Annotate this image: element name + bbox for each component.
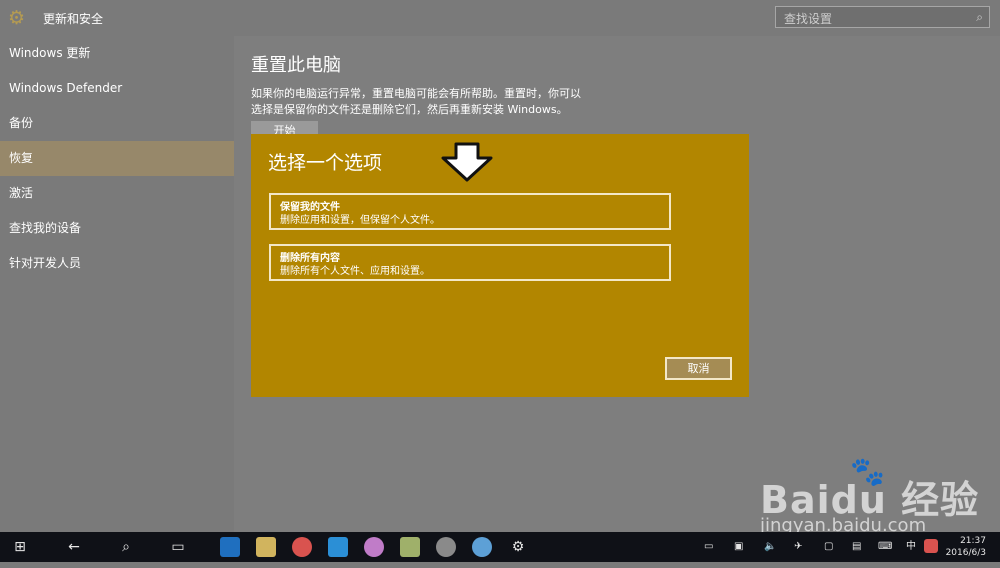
keyboard-icon[interactable]: ⌨ — [878, 532, 892, 562]
title-bar: ⚙ 更新和安全 查找设置 ⌕ — [0, 0, 1000, 36]
choose-option-dialog: 选择一个选项 保留我的文件 删除应用和设置，但保留个人文件。 删除所有内容 删除… — [251, 134, 749, 397]
app-icon[interactable] — [468, 532, 496, 562]
sidebar-item-windows-update[interactable]: Windows 更新 — [0, 36, 234, 71]
chrome-icon[interactable] — [288, 532, 316, 562]
search-input[interactable]: 查找设置 — [784, 10, 832, 27]
clock[interactable]: 21:37 2016/6/3 — [946, 535, 986, 559]
airplane-icon[interactable]: ✈ — [794, 532, 802, 562]
taskbar: ⊞ ← ⌕ ▭ ⚙ ▭ ▣ 🔈 ✈ ▢ ▤ ⌨ 中 21:37 2016/6/3 — [0, 532, 1000, 562]
start-icon[interactable]: ⊞ — [6, 532, 34, 562]
tray-app-icon[interactable]: ▣ — [734, 532, 743, 562]
app-icon[interactable] — [432, 532, 460, 562]
task-view-icon[interactable]: ▭ — [164, 532, 192, 562]
baidu-watermark: 🐾 Baidu 经验 jingyan.baidu.com — [760, 455, 990, 541]
edge-icon[interactable] — [216, 532, 244, 562]
remove-everything-option[interactable]: 删除所有内容 删除所有个人文件、应用和设置。 — [269, 244, 671, 281]
search-icon[interactable]: ⌕ — [976, 10, 983, 25]
cancel-button[interactable]: 取消 — [665, 357, 732, 380]
sidebar-item-backup[interactable]: 备份 — [0, 106, 234, 141]
clock-time: 21:37 — [960, 536, 986, 546]
tray-network-icon[interactable]: ▭ — [704, 532, 713, 562]
tray-window-icon[interactable]: ▢ — [824, 532, 833, 562]
app-icon[interactable] — [360, 532, 388, 562]
ime-indicator[interactable]: 中 — [906, 532, 916, 562]
sogou-icon[interactable] — [924, 532, 938, 562]
down-arrow-icon — [441, 142, 493, 182]
option-description: 删除应用和设置，但保留个人文件。 — [280, 215, 440, 226]
sidebar-item-windows-defender[interactable]: Windows Defender — [0, 71, 234, 106]
explorer-icon[interactable] — [252, 532, 280, 562]
sidebar-item-recovery[interactable]: 恢复 — [0, 141, 234, 176]
section-description: 如果你的电脑运行异常，重置电脑可能会有所帮助。重置时，你可以选择是保留你的文件还… — [251, 87, 581, 116]
keep-my-files-option[interactable]: 保留我的文件 删除应用和设置，但保留个人文件。 — [269, 193, 671, 230]
settings-icon[interactable]: ⚙ — [504, 532, 532, 562]
sidebar: Windows 更新 Windows Defender 备份 恢复 激活 查找我… — [0, 36, 234, 532]
app-icon[interactable] — [324, 532, 352, 562]
action-center-icon[interactable]: ▤ — [852, 532, 861, 562]
sidebar-item-find-my-device[interactable]: 查找我的设备 — [0, 211, 234, 246]
back-icon[interactable]: ← — [60, 532, 88, 562]
sidebar-item-for-developers[interactable]: 针对开发人员 — [0, 246, 234, 281]
search-taskbar-icon[interactable]: ⌕ — [112, 532, 140, 562]
section-title: 重置此电脑 — [251, 55, 341, 76]
app-icon[interactable] — [396, 532, 424, 562]
clock-date: 2016/6/3 — [945, 548, 986, 558]
volume-icon[interactable]: 🔈 — [764, 532, 776, 562]
gear-icon: ⚙ — [8, 7, 26, 29]
sidebar-item-activation[interactable]: 激活 — [0, 176, 234, 211]
dialog-title: 选择一个选项 — [268, 152, 383, 174]
search-box[interactable]: 查找设置 ⌕ — [775, 6, 990, 28]
option-description: 删除所有个人文件、应用和设置。 — [280, 266, 430, 277]
window-title: 更新和安全 — [43, 12, 104, 26]
